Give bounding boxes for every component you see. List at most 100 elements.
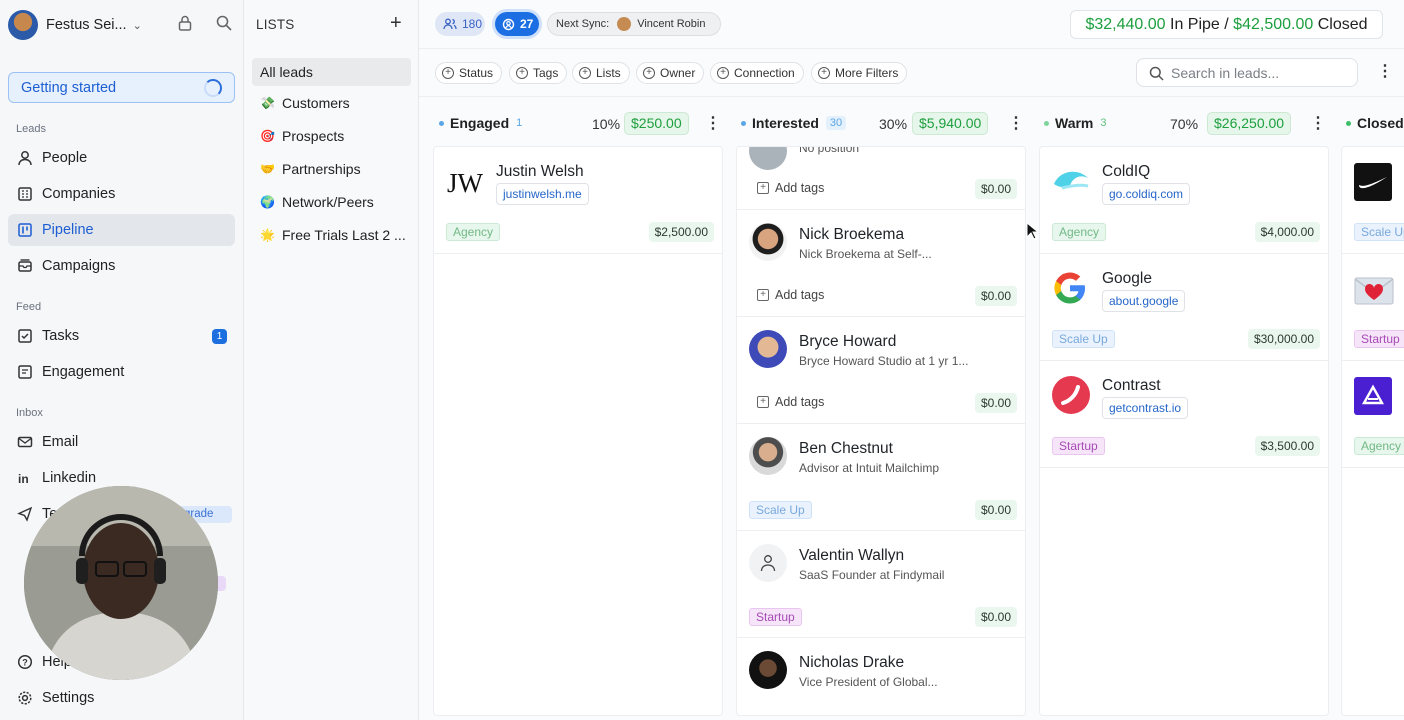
sidebar-item-label: Companies bbox=[42, 186, 116, 202]
sidebar-item-engagement[interactable]: Engagement bbox=[8, 356, 235, 388]
filter-more[interactable]: + More Filters bbox=[811, 62, 908, 84]
lists-panel: LISTS + All leads 💸 Customers 🎯 Prospects … bbox=[244, 0, 419, 720]
filter-tags[interactable]: + Tags bbox=[509, 62, 568, 84]
sidebar-item-tasks[interactable]: Tasks 1 bbox=[8, 320, 235, 352]
sidebar-item-campaigns[interactable]: Campaigns bbox=[8, 250, 235, 282]
filter-lists[interactable]: + Lists bbox=[572, 62, 630, 84]
column-probability: 10% bbox=[592, 116, 621, 132]
lead-card[interactable]: Contrast getcontrast.io Startup $3,500.0… bbox=[1040, 361, 1328, 468]
column-menu-icon[interactable]: ⋮ bbox=[1008, 116, 1024, 132]
column-name: Warm bbox=[1055, 115, 1094, 131]
section-inbox: Inbox bbox=[16, 407, 43, 419]
pipeline-totals: $32,440.00 In Pipe / $42,500.00 Closed bbox=[1070, 10, 1383, 39]
lead-card[interactable]: ColdIQ go.coldiq.com Agency $4,000.00 bbox=[1040, 147, 1328, 254]
closed-amount: $42,500.00 bbox=[1233, 15, 1314, 33]
next-sync-user: Vincent Robin bbox=[637, 18, 706, 30]
deal-value: $0.00 bbox=[974, 393, 1017, 413]
deal-value: $4,000.00 bbox=[1254, 222, 1320, 242]
sidebar-item-settings[interactable]: Settings bbox=[8, 682, 235, 714]
column-amount: $250.00 bbox=[624, 112, 689, 135]
lead-card[interactable]: JW Justin Welsh justinwelsh.me Agency $2… bbox=[434, 147, 722, 254]
getting-started-button[interactable]: Getting started bbox=[8, 72, 235, 103]
website-link[interactable]: about.google bbox=[1102, 290, 1186, 312]
sync-count-chip[interactable]: 27 bbox=[495, 12, 539, 36]
google-logo-icon bbox=[1052, 270, 1090, 308]
tag-badge[interactable]: Startup bbox=[1354, 330, 1404, 348]
in-pipe-label: In Pipe bbox=[1170, 15, 1220, 33]
sidebar-item-pipeline[interactable]: Pipeline bbox=[8, 214, 235, 246]
lead-card[interactable]: Scale Up bbox=[1342, 147, 1404, 254]
list-item-free-trials[interactable]: 🌟 Free Trials Last 2 ... bbox=[252, 221, 411, 249]
sidebar-item-label: Pipeline bbox=[42, 222, 94, 238]
tag-badge[interactable]: Scale Up bbox=[1354, 223, 1404, 241]
lead-card[interactable]: Valentin Wallyn SaaS Founder at Findymai… bbox=[737, 531, 1025, 638]
lead-subtitle: Bryce Howard Studio at 1 yr 1... bbox=[799, 354, 969, 368]
lead-card[interactable]: Nicholas Drake Vice President of Global.… bbox=[737, 638, 1025, 715]
plus-square-icon: + bbox=[757, 396, 769, 408]
add-tags-button[interactable]: + Add tags bbox=[757, 288, 824, 302]
help-icon: ? bbox=[16, 653, 34, 671]
tag-badge[interactable]: Agency bbox=[446, 223, 501, 241]
website-link[interactable]: justinwelsh.me bbox=[496, 183, 589, 205]
column-menu-icon[interactable]: ⋮ bbox=[1310, 116, 1326, 132]
more-options-icon[interactable]: ⋮ bbox=[1377, 64, 1393, 80]
column-menu-icon[interactable]: ⋮ bbox=[705, 116, 721, 132]
plus-square-icon: + bbox=[757, 182, 769, 194]
tag-badge[interactable]: Startup bbox=[749, 608, 802, 626]
list-item-partnerships[interactable]: 🤝 Partnerships bbox=[252, 155, 411, 183]
next-sync-chip[interactable]: Next Sync: Vincent Robin bbox=[547, 12, 721, 36]
list-item-network[interactable]: 🌍 Network/Peers bbox=[252, 188, 411, 216]
search-icon[interactable] bbox=[215, 14, 233, 32]
avatar bbox=[749, 651, 787, 689]
lead-name: Google bbox=[1102, 270, 1152, 287]
list-item-all-leads[interactable]: All leads bbox=[252, 58, 411, 86]
lead-subtitle: Advisor at Intuit Mailchimp bbox=[799, 461, 940, 475]
closed-label: Closed bbox=[1317, 15, 1368, 33]
filter-label: Owner bbox=[660, 66, 696, 80]
search-input[interactable]: Search in leads... bbox=[1136, 58, 1358, 87]
list-item-customers[interactable]: 💸 Customers bbox=[252, 89, 411, 117]
chat-icon bbox=[16, 363, 34, 381]
lead-card[interactable]: Bryce Howard Bryce Howard Studio at 1 yr… bbox=[737, 317, 1025, 424]
sidebar-item-people[interactable]: People bbox=[8, 142, 235, 174]
plus-circle-icon: + bbox=[643, 67, 655, 79]
lead-card[interactable]: Google about.google Scale Up $30,000.00 bbox=[1040, 254, 1328, 361]
tag-badge[interactable]: Scale Up bbox=[749, 501, 812, 519]
sidebar-item-email[interactable]: Email bbox=[8, 426, 235, 458]
list-item-prospects[interactable]: 🎯 Prospects bbox=[252, 122, 411, 150]
add-tags-button[interactable]: + Add tags bbox=[757, 181, 824, 195]
plus-square-icon: + bbox=[757, 289, 769, 301]
tag-badge[interactable]: Startup bbox=[1052, 437, 1105, 455]
deal-value: $3,500.00 bbox=[1254, 436, 1320, 456]
mail-stack-icon bbox=[16, 257, 34, 275]
column-count: 3 bbox=[1100, 117, 1107, 129]
column-name: Interested bbox=[752, 115, 819, 131]
lead-card[interactable]: Startup bbox=[1342, 254, 1404, 361]
lead-card[interactable]: Ben Chestnut Advisor at Intuit Mailchimp… bbox=[737, 424, 1025, 531]
avatar bbox=[617, 17, 632, 31]
filter-label: Tags bbox=[533, 66, 559, 80]
column-amount: $5,940.00 bbox=[912, 112, 989, 135]
sidebar-item-label: Tasks bbox=[42, 328, 80, 344]
lead-card[interactable]: Nick Broekema Nick Broekema at Self-... … bbox=[737, 210, 1025, 317]
sidebar-item-label: Linkedin bbox=[42, 470, 97, 486]
tag-badge[interactable]: Agency bbox=[1052, 223, 1107, 241]
filter-connection[interactable]: + Connection bbox=[710, 62, 804, 84]
divider bbox=[419, 48, 1404, 49]
tag-badge[interactable]: Scale Up bbox=[1052, 330, 1115, 348]
website-link[interactable]: getcontrast.io bbox=[1102, 397, 1189, 419]
add-list-icon[interactable]: + bbox=[390, 12, 402, 35]
lead-subtitle: SaaS Founder at Findymail bbox=[799, 568, 945, 582]
lock-icon[interactable] bbox=[176, 14, 194, 32]
people-count-chip[interactable]: 180 bbox=[435, 12, 485, 36]
lead-card[interactable]: Agency bbox=[1342, 361, 1404, 468]
lead-card[interactable]: No position + Add tags $0.00 bbox=[737, 147, 1025, 210]
filter-owner[interactable]: + Owner bbox=[636, 62, 705, 84]
add-tags-button[interactable]: + Add tags bbox=[757, 395, 824, 409]
filter-status[interactable]: + Status bbox=[435, 62, 503, 84]
stage-dot-icon bbox=[1346, 120, 1351, 126]
tag-badge[interactable]: Agency bbox=[1354, 437, 1404, 455]
user-menu[interactable]: Festus Sei... ⌄ bbox=[8, 10, 142, 40]
website-link[interactable]: go.coldiq.com bbox=[1102, 183, 1191, 205]
sidebar-item-companies[interactable]: Companies bbox=[8, 178, 235, 210]
